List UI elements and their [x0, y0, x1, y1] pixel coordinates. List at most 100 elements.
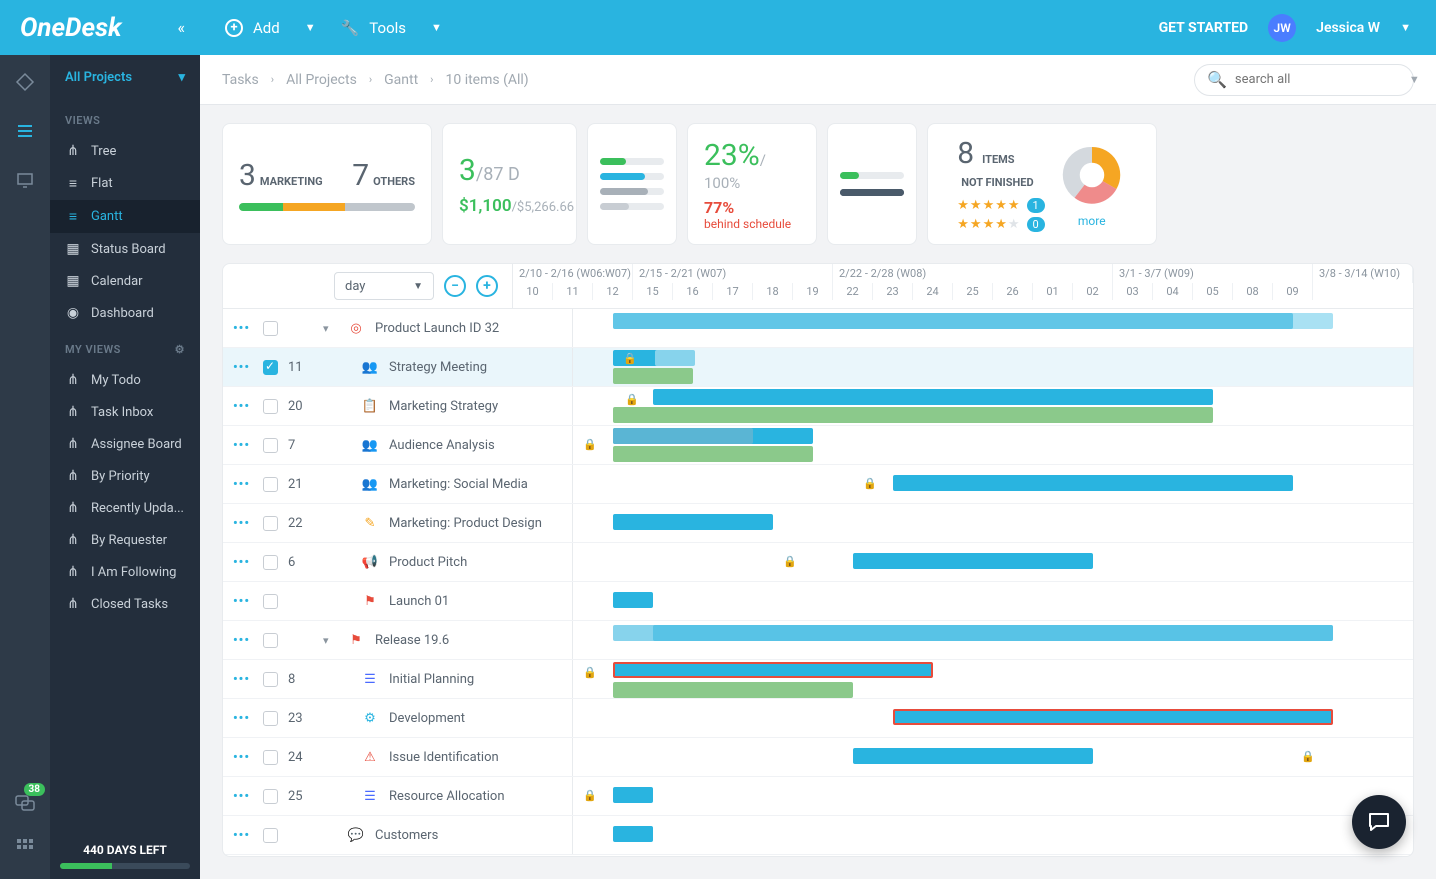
rail-messages-icon[interactable]: 38 [13, 791, 37, 815]
gantt-row[interactable]: ••• 6 📢 Product Pitch🔒 [223, 543, 1413, 582]
zoom-out-btn[interactable]: − [444, 275, 466, 297]
gantt-bar[interactable] [613, 313, 1333, 329]
expand-toggle[interactable]: ▾ [323, 322, 337, 335]
row-checkbox[interactable] [263, 555, 278, 570]
row-checkbox[interactable] [263, 672, 278, 687]
add-button[interactable]: + Add ▼ [225, 19, 316, 37]
gantt-bar[interactable] [613, 407, 1213, 423]
gantt-row[interactable]: ••• 22 ✎ Marketing: Product Design [223, 504, 1413, 543]
row-checkbox[interactable] [263, 399, 278, 414]
gantt-row[interactable]: ••• ▾ ◎ Product Launch ID 32 [223, 309, 1413, 348]
row-menu-btn[interactable]: ••• [233, 789, 253, 804]
row-menu-btn[interactable]: ••• [233, 750, 253, 765]
row-menu-btn[interactable]: ••• [233, 516, 253, 531]
row-menu-btn[interactable]: ••• [233, 321, 253, 336]
project-selector[interactable]: All Projects ▾ [50, 55, 200, 100]
row-checkbox[interactable] [263, 516, 278, 531]
settings-icon[interactable]: ⚙ [175, 343, 185, 356]
chat-button[interactable] [1352, 795, 1406, 849]
row-checkbox[interactable] [263, 828, 278, 843]
sidebar-item-flat[interactable]: ≡Flat [50, 167, 200, 200]
gantt-row[interactable]: ••• ⚑ Launch 01 [223, 582, 1413, 621]
row-checkbox[interactable] [263, 789, 278, 804]
get-started-link[interactable]: GET STARTED [1159, 20, 1249, 36]
search-box[interactable]: 🔍 ▼ [1194, 64, 1414, 96]
tools-button[interactable]: 🔧 Tools ▼ [341, 19, 442, 37]
rail-screen-icon[interactable] [13, 168, 37, 192]
row-menu-btn[interactable]: ••• [233, 555, 253, 570]
breadcrumb-item[interactable]: Tasks [222, 72, 259, 88]
expand-toggle[interactable]: ▾ [323, 634, 337, 647]
chevron-down-icon[interactable]: ▼ [1409, 73, 1420, 86]
row-menu-btn[interactable]: ••• [233, 711, 253, 726]
row-menu-btn[interactable]: ••• [233, 672, 253, 687]
sidebar-collapse-btn[interactable]: « [177, 18, 185, 37]
sidebar-item-status-board[interactable]: ▦Status Board [50, 233, 200, 265]
gantt-row[interactable]: ••• 25 ☰ Resource Allocation🔒 [223, 777, 1413, 816]
gantt-bar[interactable] [613, 682, 853, 698]
gantt-bar[interactable] [613, 514, 773, 530]
row-checkbox[interactable] [263, 711, 278, 726]
gantt-bar[interactable] [853, 748, 1093, 764]
gantt-bar[interactable] [613, 592, 653, 608]
gantt-row[interactable]: ••• 7 👥 Audience Analysis🔒 [223, 426, 1413, 465]
gantt-bar[interactable] [613, 826, 653, 842]
gantt-row[interactable]: ••• 20 📋 Marketing Strategy🔒 [223, 387, 1413, 426]
search-input[interactable] [1235, 72, 1401, 87]
sidebar-item-task-inbox[interactable]: ⋔Task Inbox [50, 396, 200, 428]
sidebar-item-i-am-following[interactable]: ⋔I Am Following [50, 556, 200, 588]
row-checkbox[interactable] [263, 750, 278, 765]
sidebar-item-gantt[interactable]: ≡Gantt [50, 200, 200, 233]
gantt-row[interactable]: ••• ▾ ⚑ Release 19.6 [223, 621, 1413, 660]
row-checkbox[interactable] [263, 477, 278, 492]
gantt-bar[interactable] [613, 446, 813, 462]
gantt-bar[interactable] [893, 709, 1333, 725]
row-menu-btn[interactable]: ••• [233, 828, 253, 843]
rail-diamond-icon[interactable] [13, 70, 37, 94]
gantt-row[interactable]: ••• 8 ☰ Initial Planning🔒 [223, 660, 1413, 699]
gantt-body[interactable]: ••• ▾ ◎ Product Launch ID 32••• 11 👥 Str… [223, 309, 1413, 856]
row-checkbox[interactable] [263, 360, 278, 375]
gantt-row[interactable]: ••• 24 ⚠ Issue Identification🔒 [223, 738, 1413, 777]
gantt-row[interactable]: ••• 11 👥 Strategy Meeting🔒 [223, 348, 1413, 387]
scale-select[interactable]: day▼ [334, 272, 434, 300]
gantt-bar[interactable] [613, 428, 753, 444]
chevron-down-icon[interactable]: ▼ [1400, 21, 1411, 34]
rail-apps-icon[interactable] [13, 835, 37, 859]
breadcrumb-item[interactable]: All Projects [286, 72, 357, 88]
row-menu-btn[interactable]: ••• [233, 399, 253, 414]
row-menu-btn[interactable]: ••• [233, 633, 253, 648]
gantt-bar[interactable] [893, 475, 1293, 491]
row-checkbox[interactable] [263, 633, 278, 648]
username[interactable]: Jessica W [1316, 20, 1380, 36]
sidebar-item-dashboard[interactable]: ◉Dashboard [50, 297, 200, 329]
sidebar-item-assignee-board[interactable]: ⋔Assignee Board [50, 428, 200, 460]
gantt-bar[interactable] [613, 368, 693, 384]
gantt-bar[interactable] [613, 662, 933, 678]
row-menu-btn[interactable]: ••• [233, 477, 253, 492]
rail-list-icon[interactable] [13, 119, 37, 143]
breadcrumb-item[interactable]: Gantt [384, 72, 418, 88]
row-checkbox[interactable] [263, 321, 278, 336]
sidebar-item-calendar[interactable]: ▦Calendar [50, 265, 200, 297]
gantt-bar[interactable] [655, 350, 695, 366]
sidebar-item-by-priority[interactable]: ⋔By Priority [50, 460, 200, 492]
row-checkbox[interactable] [263, 594, 278, 609]
gantt-row[interactable]: ••• 💬 Customers [223, 816, 1413, 855]
row-menu-btn[interactable]: ••• [233, 438, 253, 453]
sidebar-item-closed-tasks[interactable]: ⋔Closed Tasks [50, 588, 200, 620]
gantt-bar[interactable] [653, 625, 1333, 641]
sidebar-item-tree[interactable]: ⋔Tree [50, 135, 200, 167]
gantt-bar[interactable] [653, 389, 1213, 405]
row-checkbox[interactable] [263, 438, 278, 453]
gantt-row[interactable]: ••• 21 👥 Marketing: Social Media🔒 [223, 465, 1413, 504]
gantt-bar[interactable] [853, 553, 1093, 569]
avatar[interactable]: JW [1268, 14, 1296, 42]
more-link[interactable]: more [1057, 214, 1127, 228]
sidebar-item-by-requester[interactable]: ⋔By Requester [50, 524, 200, 556]
gantt-bar[interactable] [613, 787, 653, 803]
zoom-in-btn[interactable]: + [476, 275, 498, 297]
sidebar-item-my-todo[interactable]: ⋔My Todo [50, 364, 200, 396]
gantt-row[interactable]: ••• 23 ⚙ Development [223, 699, 1413, 738]
row-menu-btn[interactable]: ••• [233, 360, 253, 375]
